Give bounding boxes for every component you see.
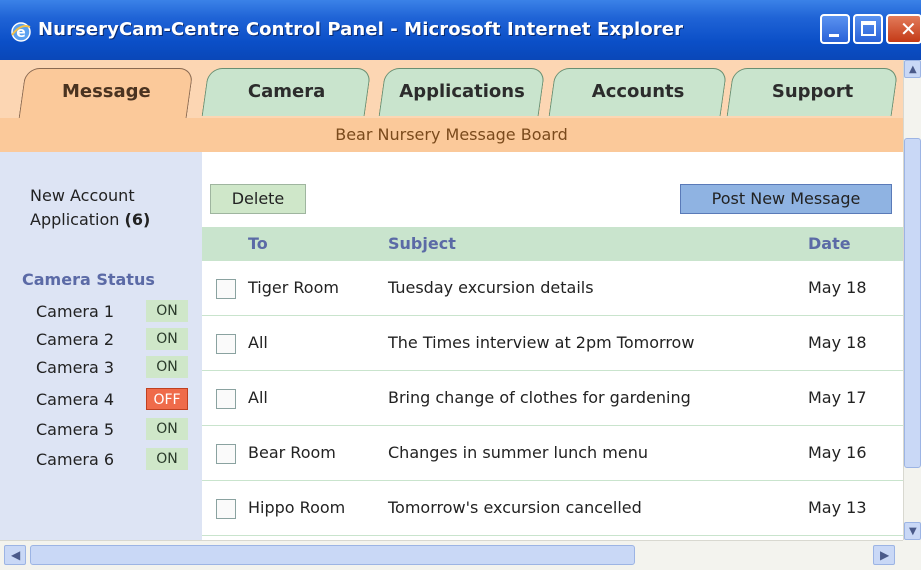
tab-bar: Message Camera Applications Accounts Sup… [0,60,903,120]
table-header: To Subject Date [202,227,903,261]
new-account-count: (6) [124,210,151,229]
column-header-date[interactable]: Date [808,227,851,261]
window-title: NurseryCam-Centre Control Panel - Micros… [38,19,684,40]
camera-status-badge[interactable]: ON [146,418,188,440]
delete-button[interactable]: Delete [210,184,306,214]
camera-row: Camera 4 OFF [36,388,196,412]
horizontal-scroll-thumb[interactable] [30,545,635,565]
row-checkbox[interactable] [216,499,236,519]
tab-label: Applications [399,81,525,102]
tab-accounts[interactable]: Accounts [548,68,728,116]
vertical-scroll-thumb[interactable] [904,138,921,468]
minimize-icon [829,34,839,37]
post-new-message-button[interactable]: Post New Message [680,184,892,214]
camera-status-heading: Camera Status [22,270,155,289]
camera-name: Camera 1 [36,302,115,321]
row-subject[interactable]: The Times interview at 2pm Tomorrow [388,333,694,352]
table-row[interactable]: Hippo Room Tomorrow's excursion cancelle… [202,481,903,536]
row-to: All [248,333,268,352]
row-subject[interactable]: Bring change of clothes for gardening [388,388,691,407]
table-row[interactable]: Bear Room Changes in summer lunch menu M… [202,426,903,481]
scroll-left-button[interactable]: ◀ [4,545,26,565]
chevron-left-icon: ◀ [11,548,21,562]
row-checkbox[interactable] [216,389,236,409]
row-to: All [248,388,268,407]
scroll-right-button[interactable]: ▶ [873,545,895,565]
camera-name: Camera 6 [36,450,115,469]
scroll-up-button[interactable]: ▲ [904,60,921,78]
camera-row: Camera 6 ON [36,448,196,472]
camera-name: Camera 3 [36,358,115,377]
table-row[interactable]: All The Times interview at 2pm Tomorrow … [202,316,903,371]
tab-label: Camera [247,81,326,102]
column-header-to[interactable]: To [248,227,268,261]
new-account-label-line1: New Account [30,186,135,205]
camera-status-badge[interactable]: OFF [146,388,188,410]
row-date: May 18 [808,278,867,297]
message-board: Delete Post New Message To Subject Date … [202,152,903,540]
tab-message[interactable]: Message [18,68,194,120]
camera-row: Camera 2 ON [36,328,196,352]
camera-row: Camera 5 ON [36,418,196,442]
row-subject[interactable]: Tuesday excursion details [388,278,594,297]
ie-icon: e [11,22,31,42]
row-subject[interactable]: Changes in summer lunch menu [388,443,648,462]
camera-status-badge[interactable]: ON [146,328,188,350]
scroll-down-button[interactable]: ▼ [904,522,921,540]
camera-name: Camera 5 [36,420,115,439]
tab-label: Support [771,81,854,102]
row-checkbox[interactable] [216,334,236,354]
maximize-button[interactable] [853,14,883,44]
close-button[interactable]: ✕ [886,14,921,44]
tab-applications[interactable]: Applications [378,68,546,116]
new-account-link[interactable]: New Account Application (6) [30,184,150,232]
chevron-up-icon: ▲ [909,64,917,75]
close-icon: ✕ [900,17,917,41]
row-checkbox[interactable] [216,444,236,464]
table-row[interactable]: All Bring change of clothes for gardenin… [202,371,903,426]
tab-label: Message [61,81,151,102]
horizontal-scrollbar[interactable]: ◀ ▶ [0,540,903,570]
chevron-right-icon: ▶ [880,548,890,562]
row-date: May 17 [808,388,867,407]
row-subject[interactable]: Tomorrow's excursion cancelled [388,498,642,517]
tab-camera[interactable]: Camera [201,68,372,116]
row-date: May 18 [808,333,867,352]
browser-window: e NurseryCam-Centre Control Panel - Micr… [0,0,921,570]
row-to: Hippo Room [248,498,346,517]
chevron-down-icon: ▼ [909,526,917,537]
camera-row: Camera 1 ON [36,300,196,324]
maximize-icon [861,21,876,36]
sidebar: New Account Application (6) Camera Statu… [0,152,202,540]
row-to: Bear Room [248,443,336,462]
title-bar: e NurseryCam-Centre Control Panel - Micr… [0,0,921,60]
row-checkbox[interactable] [216,279,236,299]
tab-support[interactable]: Support [726,68,899,116]
camera-status-badge[interactable]: ON [146,448,188,470]
row-date: May 13 [808,498,867,517]
minimize-button[interactable] [820,14,850,44]
vertical-scrollbar[interactable]: ▲ ▼ [903,60,921,540]
new-account-label-line2: Application [30,210,120,229]
camera-status-badge[interactable]: ON [146,356,188,378]
camera-name: Camera 4 [36,390,115,409]
column-header-subject[interactable]: Subject [388,227,456,261]
camera-name: Camera 2 [36,330,115,349]
camera-status-badge[interactable]: ON [146,300,188,322]
page-title: Bear Nursery Message Board [0,118,903,152]
row-to: Tiger Room [248,278,339,297]
camera-row: Camera 3 ON [36,356,196,380]
scrollbar-corner [903,540,921,570]
table-row[interactable]: Tiger Room Tuesday excursion details May… [202,261,903,316]
row-date: May 16 [808,443,867,462]
tab-label: Accounts [591,81,685,102]
